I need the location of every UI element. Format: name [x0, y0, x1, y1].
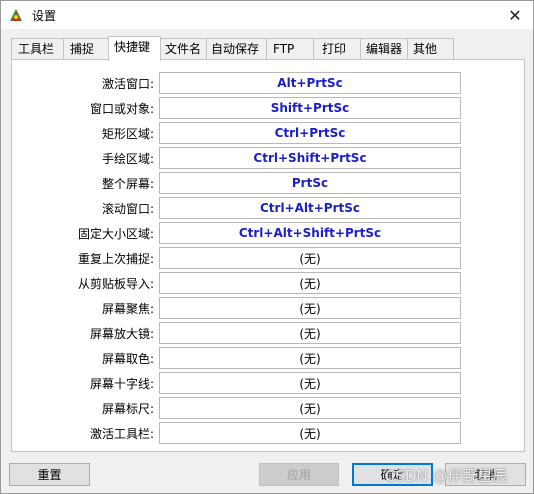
tab-capture[interactable]: 捕捉 [63, 38, 110, 60]
hotkey-row: 滚动窗口: Ctrl+Alt+PrtSc [12, 197, 526, 219]
hotkey-label: 从剪贴板导入: [77, 277, 154, 291]
tab-toolbar[interactable]: 工具栏 [11, 38, 64, 60]
tab-filename[interactable]: 文件名 [160, 38, 207, 60]
apply-button[interactable]: 应用 [259, 463, 339, 486]
hotkey-field-screen-ruler[interactable]: (无) [159, 397, 461, 419]
hotkey-label: 屏幕聚焦: [101, 302, 154, 316]
hotkey-label: 屏幕标尺: [101, 402, 154, 416]
hotkey-field-freehand-region[interactable]: Ctrl+Shift+PrtSc [159, 147, 461, 169]
hotkey-field-color-picker[interactable]: (无) [159, 347, 461, 369]
hotkey-row: 从剪贴板导入: (无) [12, 272, 526, 294]
hotkey-row: 固定大小区域: Ctrl+Alt+Shift+PrtSc [12, 222, 526, 244]
hotkey-label: 屏幕十字线: [89, 377, 154, 391]
hotkey-row: 激活工具栏: (无) [12, 422, 526, 444]
hotkey-field-screen-spotlight[interactable]: (无) [159, 297, 461, 319]
close-button[interactable]: ✕ [497, 1, 533, 29]
hotkey-field-activate-window[interactable]: Alt+PrtSc [159, 72, 461, 94]
reset-button[interactable]: 重置 [9, 463, 90, 486]
hotkey-field-repeat-capture[interactable]: (无) [159, 247, 461, 269]
hotkey-field-crosshair[interactable]: (无) [159, 372, 461, 394]
tab-print[interactable]: 打印 [313, 38, 361, 60]
hotkey-field-rect-region[interactable]: Ctrl+PrtSc [159, 122, 461, 144]
hotkey-row: 整个屏幕: PrtSc [12, 172, 526, 194]
hotkey-label: 屏幕取色: [101, 352, 154, 366]
hotkey-label: 窗口或对象: [89, 102, 154, 116]
title-bar: 设置 ✕ [1, 1, 533, 29]
hotkey-label: 手绘区域: [101, 152, 154, 166]
hotkey-row: 屏幕取色: (无) [12, 347, 526, 369]
hotkey-label: 滚动窗口: [101, 202, 154, 216]
hotkey-label: 矩形区域: [101, 127, 154, 141]
hotkey-field-activate-toolbar[interactable]: (无) [159, 422, 461, 444]
watermark: CSDN @伴野星辰 [385, 467, 508, 485]
tab-autosave[interactable]: 自动保存 [206, 38, 267, 60]
window-title: 设置 [32, 9, 57, 23]
tab-hotkeys[interactable]: 快捷键 [108, 36, 161, 61]
tab-editor[interactable]: 编辑器 [360, 38, 408, 60]
tab-other[interactable]: 其他 [407, 38, 454, 60]
hotkey-label: 整个屏幕: [101, 177, 154, 191]
hotkey-row: 激活窗口: Alt+PrtSc [12, 72, 526, 94]
settings-window: 设置 ✕ 工具栏 捕捉 快捷键 文件名 自动保存 FTP 打印 编辑器 其他 激… [0, 0, 534, 494]
hotkey-row: 手绘区域: Ctrl+Shift+PrtSc [12, 147, 526, 169]
hotkey-field-scroll-window[interactable]: Ctrl+Alt+PrtSc [159, 197, 461, 219]
hotkey-row: 屏幕十字线: (无) [12, 372, 526, 394]
hotkey-label: 屏幕放大镜: [89, 327, 154, 341]
hotkey-row: 屏幕聚焦: (无) [12, 297, 526, 319]
hotkey-label: 激活窗口: [101, 77, 154, 91]
hotkey-label: 固定大小区域: [77, 227, 154, 241]
hotkey-field-full-screen[interactable]: PrtSc [159, 172, 461, 194]
hotkey-field-import-clipboard[interactable]: (无) [159, 272, 461, 294]
hotkey-row: 屏幕标尺: (无) [12, 397, 526, 419]
close-icon: ✕ [508, 5, 522, 25]
hotkey-field-window-object[interactable]: Shift+PrtSc [159, 97, 461, 119]
hotkey-field-fixed-region[interactable]: Ctrl+Alt+Shift+PrtSc [159, 222, 461, 244]
hotkeys-panel: 激活窗口: Alt+PrtSc 窗口或对象: Shift+PrtSc 矩形区域:… [11, 59, 525, 452]
hotkey-label: 激活工具栏: [89, 427, 154, 441]
hotkey-row: 矩形区域: Ctrl+PrtSc [12, 122, 526, 144]
app-logo-icon [8, 7, 24, 23]
hotkey-label: 重复上次捕捉: [77, 252, 154, 266]
hotkey-row: 窗口或对象: Shift+PrtSc [12, 97, 526, 119]
hotkey-row: 屏幕放大镜: (无) [12, 322, 526, 344]
tab-ftp[interactable]: FTP [266, 38, 314, 60]
hotkey-row: 重复上次捕捉: (无) [12, 247, 526, 269]
hotkey-field-screen-magnifier[interactable]: (无) [159, 322, 461, 344]
